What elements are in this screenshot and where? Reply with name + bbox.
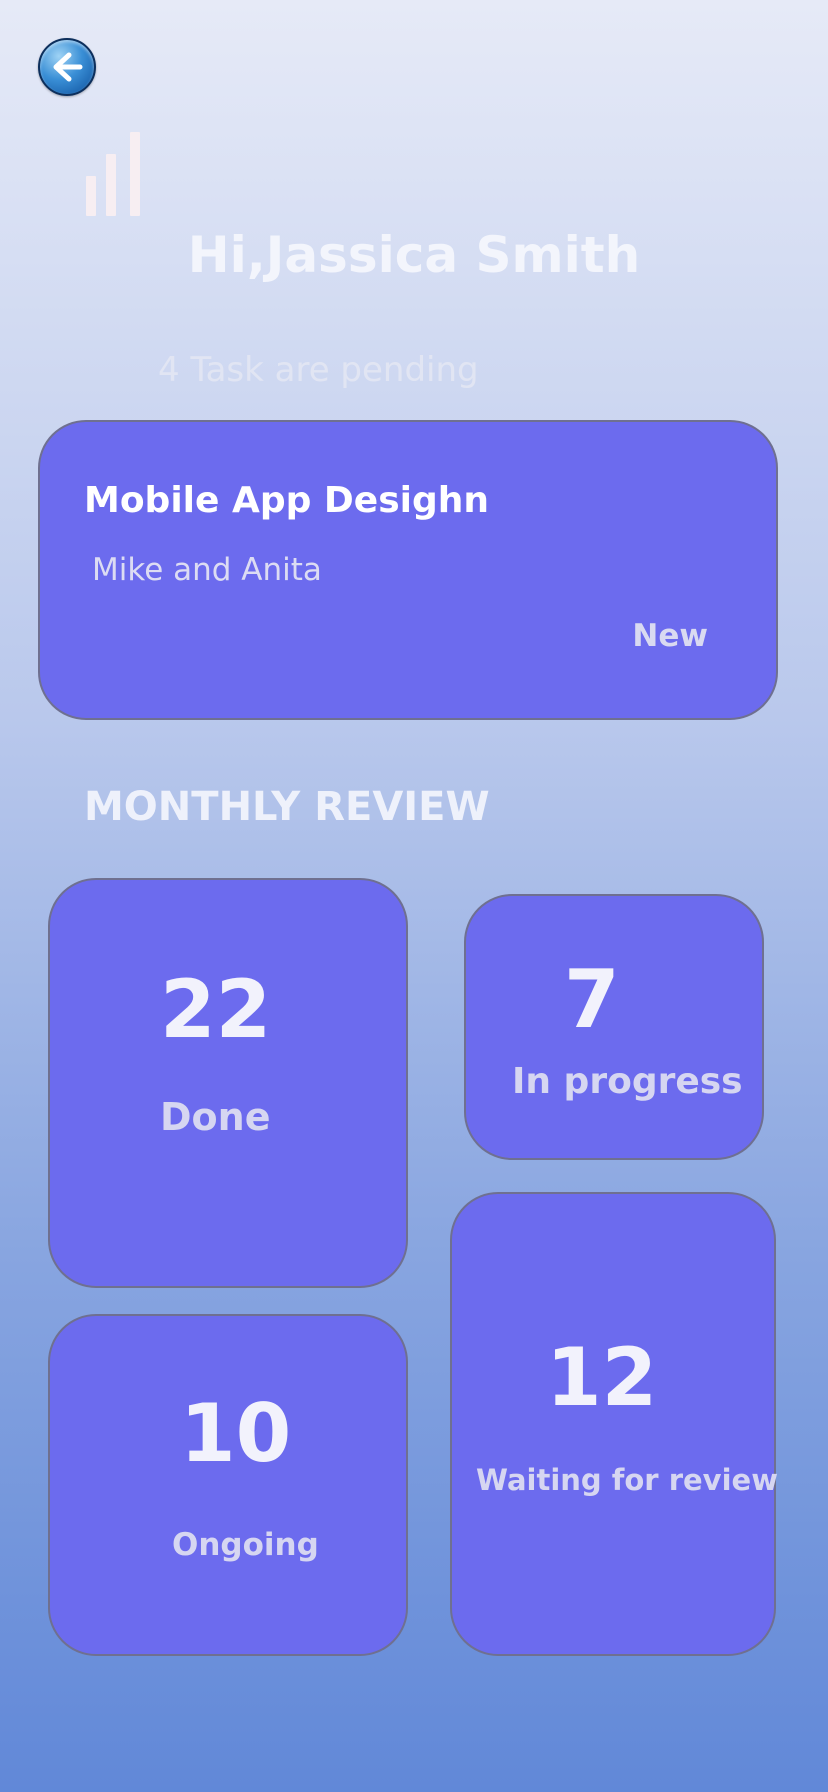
ongoing-count: 10: [180, 1387, 292, 1480]
waiting-count: 12: [546, 1331, 658, 1424]
task-members: Mike and Anita: [92, 552, 322, 588]
monthly-review-heading: MONTHLY REVIEW: [84, 784, 490, 830]
in-progress-card[interactable]: 7 In progress: [464, 894, 764, 1160]
pending-tasks-subtitle: 4 Task are pending: [158, 350, 479, 390]
waiting-label: Waiting for review: [476, 1463, 778, 1497]
in-progress-count: 7: [564, 953, 620, 1046]
done-count: 22: [160, 963, 272, 1056]
ongoing-card[interactable]: 10 Ongoing: [48, 1314, 408, 1656]
in-progress-label: In progress: [512, 1061, 743, 1102]
signal-bars-icon: [86, 132, 142, 216]
greeting-title: Hi,Jassica Smith: [0, 226, 828, 284]
waiting-for-review-card[interactable]: 12 Waiting for review: [450, 1192, 778, 1656]
done-label: Done: [160, 1095, 271, 1139]
task-card[interactable]: Mobile App Desighn Mike and Anita New: [38, 420, 778, 720]
task-status-badge: New: [632, 618, 708, 654]
arrow-left-icon: [53, 52, 83, 82]
ongoing-label: Ongoing: [172, 1527, 319, 1563]
task-title: Mobile App Desighn: [84, 480, 489, 521]
back-button[interactable]: [38, 38, 96, 96]
done-card[interactable]: 22 Done: [48, 878, 408, 1288]
greeting-text: Hi,Jassica Smith: [187, 226, 641, 284]
